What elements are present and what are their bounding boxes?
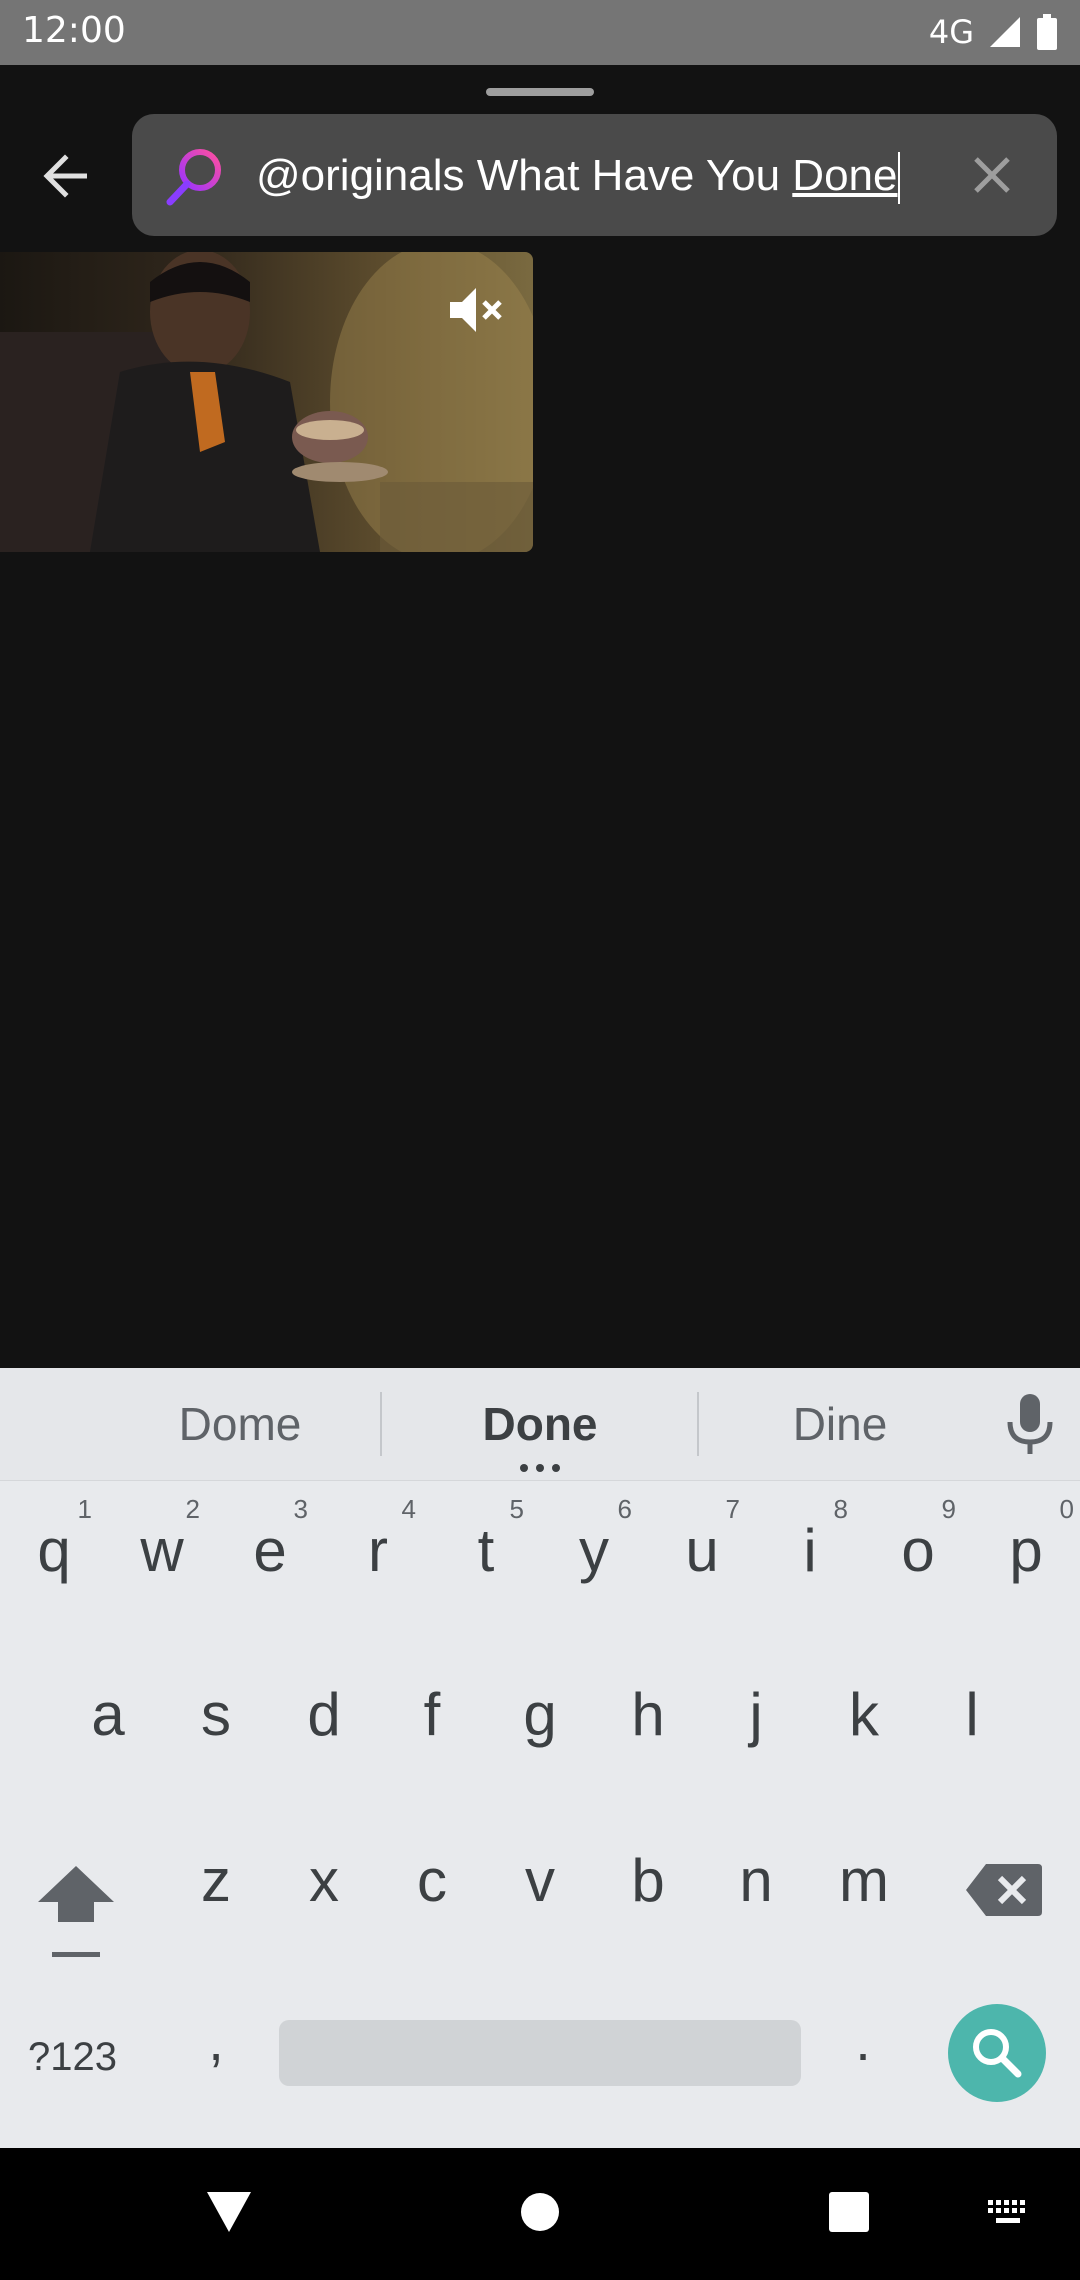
key-t[interactable]: 5t: [432, 1480, 540, 1620]
key-a[interactable]: a: [54, 1644, 162, 1784]
navigation-bar: [0, 2148, 1080, 2280]
key-w[interactable]: 2w: [108, 1480, 216, 1620]
search-query-composing: Done: [792, 151, 898, 200]
more-suggestions-indicator: [520, 1464, 560, 1472]
volume-off-icon[interactable]: [446, 282, 506, 338]
key-h[interactable]: h: [594, 1644, 702, 1784]
key-p[interactable]: 0p: [972, 1480, 1080, 1620]
keyboard-icon[interactable]: [986, 2198, 1030, 2228]
key-k[interactable]: k: [810, 1644, 918, 1784]
key-m[interactable]: m: [810, 1810, 918, 1950]
suggestion-divider: [380, 1392, 382, 1456]
key-x[interactable]: x: [270, 1810, 378, 1950]
search-icon: [166, 149, 221, 206]
arrow-back-icon: [43, 154, 87, 198]
close-icon: [974, 157, 1010, 193]
key-q[interactable]: 1q: [0, 1480, 108, 1620]
key-y[interactable]: 6y: [540, 1480, 648, 1620]
suggestion-right[interactable]: Dine: [710, 1368, 970, 1480]
video-result-thumbnail[interactable]: [0, 252, 533, 552]
key-c[interactable]: c: [378, 1810, 486, 1950]
key-b[interactable]: b: [594, 1810, 702, 1950]
status-icons: 4G: [929, 12, 1058, 52]
suggestion-divider: [697, 1392, 699, 1456]
period-key[interactable]: .: [848, 2008, 878, 2098]
search-icon: [973, 2029, 1022, 2078]
status-time: 12:00: [22, 10, 126, 51]
signal-icon: [990, 17, 1020, 47]
status-bar: 12:00 4G: [0, 0, 1080, 65]
key-v[interactable]: v: [486, 1810, 594, 1950]
search-action-key[interactable]: [948, 2004, 1046, 2102]
battery-icon: [1037, 14, 1057, 50]
key-l[interactable]: l: [918, 1644, 1026, 1784]
key-i[interactable]: 8i: [756, 1480, 864, 1620]
key-u[interactable]: 7u: [648, 1480, 756, 1620]
search-field[interactable]: @originals What Have You Done: [132, 114, 1057, 236]
drag-handle[interactable]: [486, 88, 594, 96]
network-type: 4G: [928, 13, 974, 51]
soft-keyboard: Dome Done Dine 1q 2w 3e 4r 5t 6y 7u 8i 9…: [0, 1368, 1080, 2148]
recents-square-icon[interactable]: [829, 2192, 869, 2232]
key-d[interactable]: d: [270, 1644, 378, 1784]
back-triangle-icon[interactable]: [205, 2190, 253, 2234]
symbols-key[interactable]: ?123: [28, 2022, 138, 2092]
microphone-icon[interactable]: [1000, 1392, 1060, 1456]
comma-key[interactable]: ,: [196, 2008, 236, 2098]
key-j[interactable]: j: [702, 1644, 810, 1784]
text-caret: [898, 152, 901, 205]
shift-key[interactable]: [28, 1856, 124, 1966]
key-o[interactable]: 9o: [864, 1480, 972, 1620]
key-g[interactable]: g: [486, 1644, 594, 1784]
key-z[interactable]: z: [162, 1810, 270, 1950]
backspace-icon[interactable]: [964, 1858, 1044, 1922]
home-circle-icon[interactable]: [520, 2192, 560, 2232]
key-f[interactable]: f: [378, 1644, 486, 1784]
space-key[interactable]: [279, 2020, 801, 2086]
back-button[interactable]: [30, 140, 102, 212]
clear-search-button[interactable]: [961, 144, 1023, 206]
search-input[interactable]: @originals What Have You Done: [256, 146, 901, 206]
key-e[interactable]: 3e: [216, 1480, 324, 1620]
search-query-text: @originals What Have You: [256, 151, 793, 200]
key-n[interactable]: n: [702, 1810, 810, 1950]
key-s[interactable]: s: [162, 1644, 270, 1784]
key-r[interactable]: 4r: [324, 1480, 432, 1620]
suggestion-left[interactable]: Dome: [110, 1368, 370, 1480]
suggestion-strip: Dome Done Dine: [0, 1368, 1080, 1481]
